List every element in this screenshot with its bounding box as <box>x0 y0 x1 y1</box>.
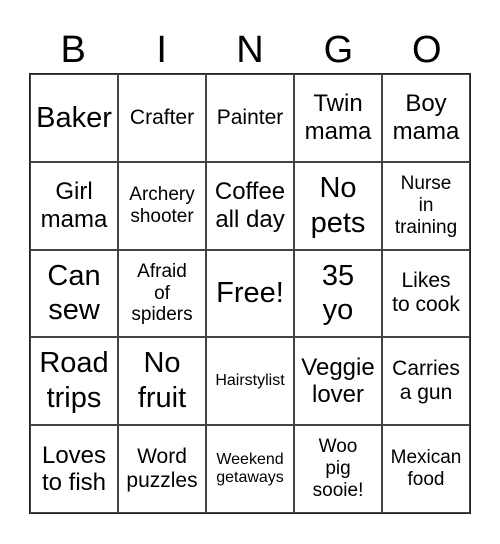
bingo-cell[interactable]: Veggie lover <box>294 337 382 426</box>
bingo-cell[interactable]: Mexican food <box>382 425 470 513</box>
bingo-header: B I N G O <box>29 26 471 74</box>
bingo-cell[interactable]: Road trips <box>30 337 118 426</box>
bingo-cell[interactable]: Can sew <box>30 249 118 338</box>
free-space[interactable]: Free! <box>206 249 294 338</box>
bingo-cell[interactable]: Hairstylist <box>206 337 294 426</box>
header-letter-i: I <box>156 29 167 71</box>
header-letter-g: G <box>323 29 354 71</box>
bingo-cell[interactable]: Twin mama <box>294 74 382 162</box>
bingo-cell[interactable]: Girl mama <box>30 161 118 250</box>
bingo-grid: Baker Crafter Painter Twin mama Boy mama… <box>29 73 471 514</box>
header-letter-o: O <box>412 29 442 71</box>
bingo-cell[interactable]: Loves to fish <box>30 425 118 513</box>
bingo-cell[interactable]: Likes to cook <box>382 249 470 338</box>
bingo-cell[interactable]: Baker <box>30 74 118 162</box>
bingo-cell[interactable]: Archery shooter <box>118 161 206 250</box>
header-letter-b: B <box>60 29 86 71</box>
bingo-cell[interactable]: 35 yo <box>294 249 382 338</box>
bingo-cell[interactable]: Boy mama <box>382 74 470 162</box>
header-letter-n: N <box>236 29 264 71</box>
bingo-cell[interactable]: Nurse in training <box>382 161 470 250</box>
bingo-cell[interactable]: Coffee all day <box>206 161 294 250</box>
bingo-cell[interactable]: Afraid of spiders <box>118 249 206 338</box>
bingo-cell[interactable]: Woo pig sooie! <box>294 425 382 513</box>
bingo-cell[interactable]: Painter <box>206 74 294 162</box>
bingo-cell[interactable]: Word puzzles <box>118 425 206 513</box>
bingo-cell[interactable]: No fruit <box>118 337 206 426</box>
bingo-cell[interactable]: No pets <box>294 161 382 250</box>
bingo-cell[interactable]: Carries a gun <box>382 337 470 426</box>
bingo-cell[interactable]: Crafter <box>118 74 206 162</box>
bingo-cell[interactable]: Weekend getaways <box>206 425 294 513</box>
